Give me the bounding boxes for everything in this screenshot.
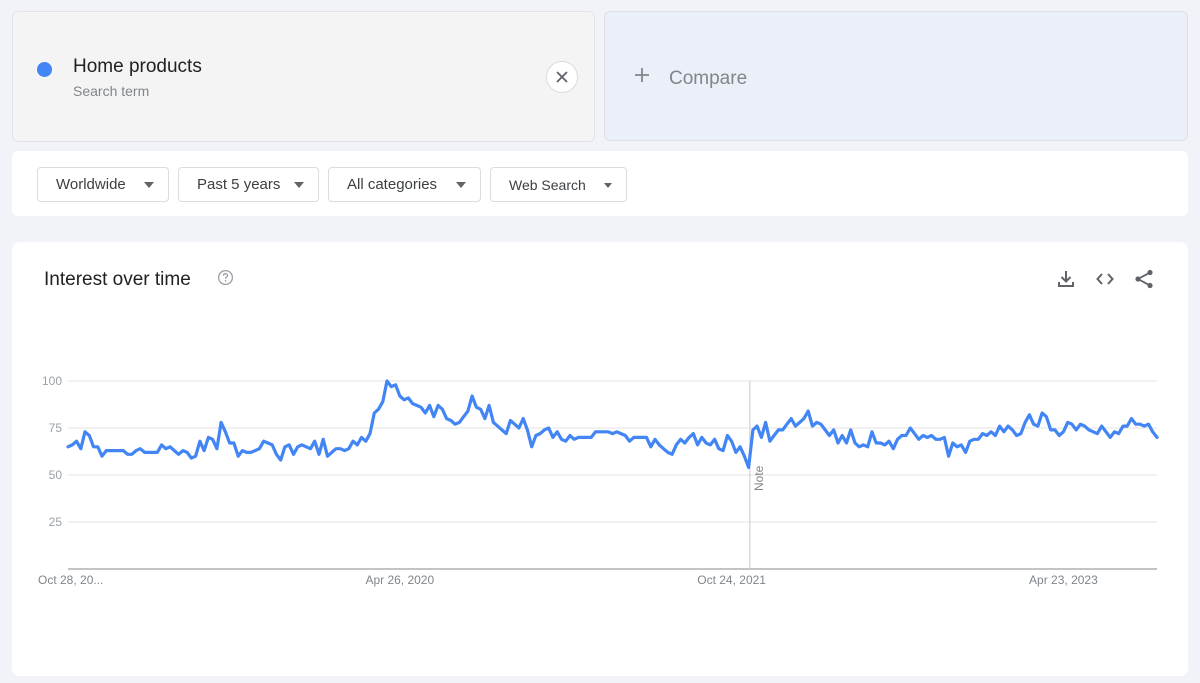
series-line-home-products[interactable] (66, 379, 1159, 470)
y-tick-label: 50 (49, 468, 63, 482)
y-tick-label: 100 (42, 374, 62, 388)
y-tick-label: 25 (49, 515, 63, 529)
x-tick-label: Apr 23, 2023 (1029, 573, 1098, 587)
x-tick-label: Oct 28, 20... (38, 573, 103, 587)
y-tick-label: 75 (49, 421, 63, 435)
interest-line-chart: 25 50 75 100 Note Oct 28, 20... Apr 26, 2020… (38, 374, 1159, 587)
x-axis-ticks: Oct 28, 20... Apr 26, 2020 Oct 24, 2021 Apr… (38, 573, 1098, 587)
y-axis-ticks: 25 50 75 100 (42, 374, 62, 529)
x-tick-label: Apr 26, 2020 (365, 573, 434, 587)
note-label[interactable]: Note (752, 465, 766, 491)
chart-gridlines (68, 380, 1157, 570)
x-tick-label: Oct 24, 2021 (697, 573, 766, 587)
chart-annotations: Note (749, 381, 766, 569)
chart-series (66, 379, 1159, 470)
